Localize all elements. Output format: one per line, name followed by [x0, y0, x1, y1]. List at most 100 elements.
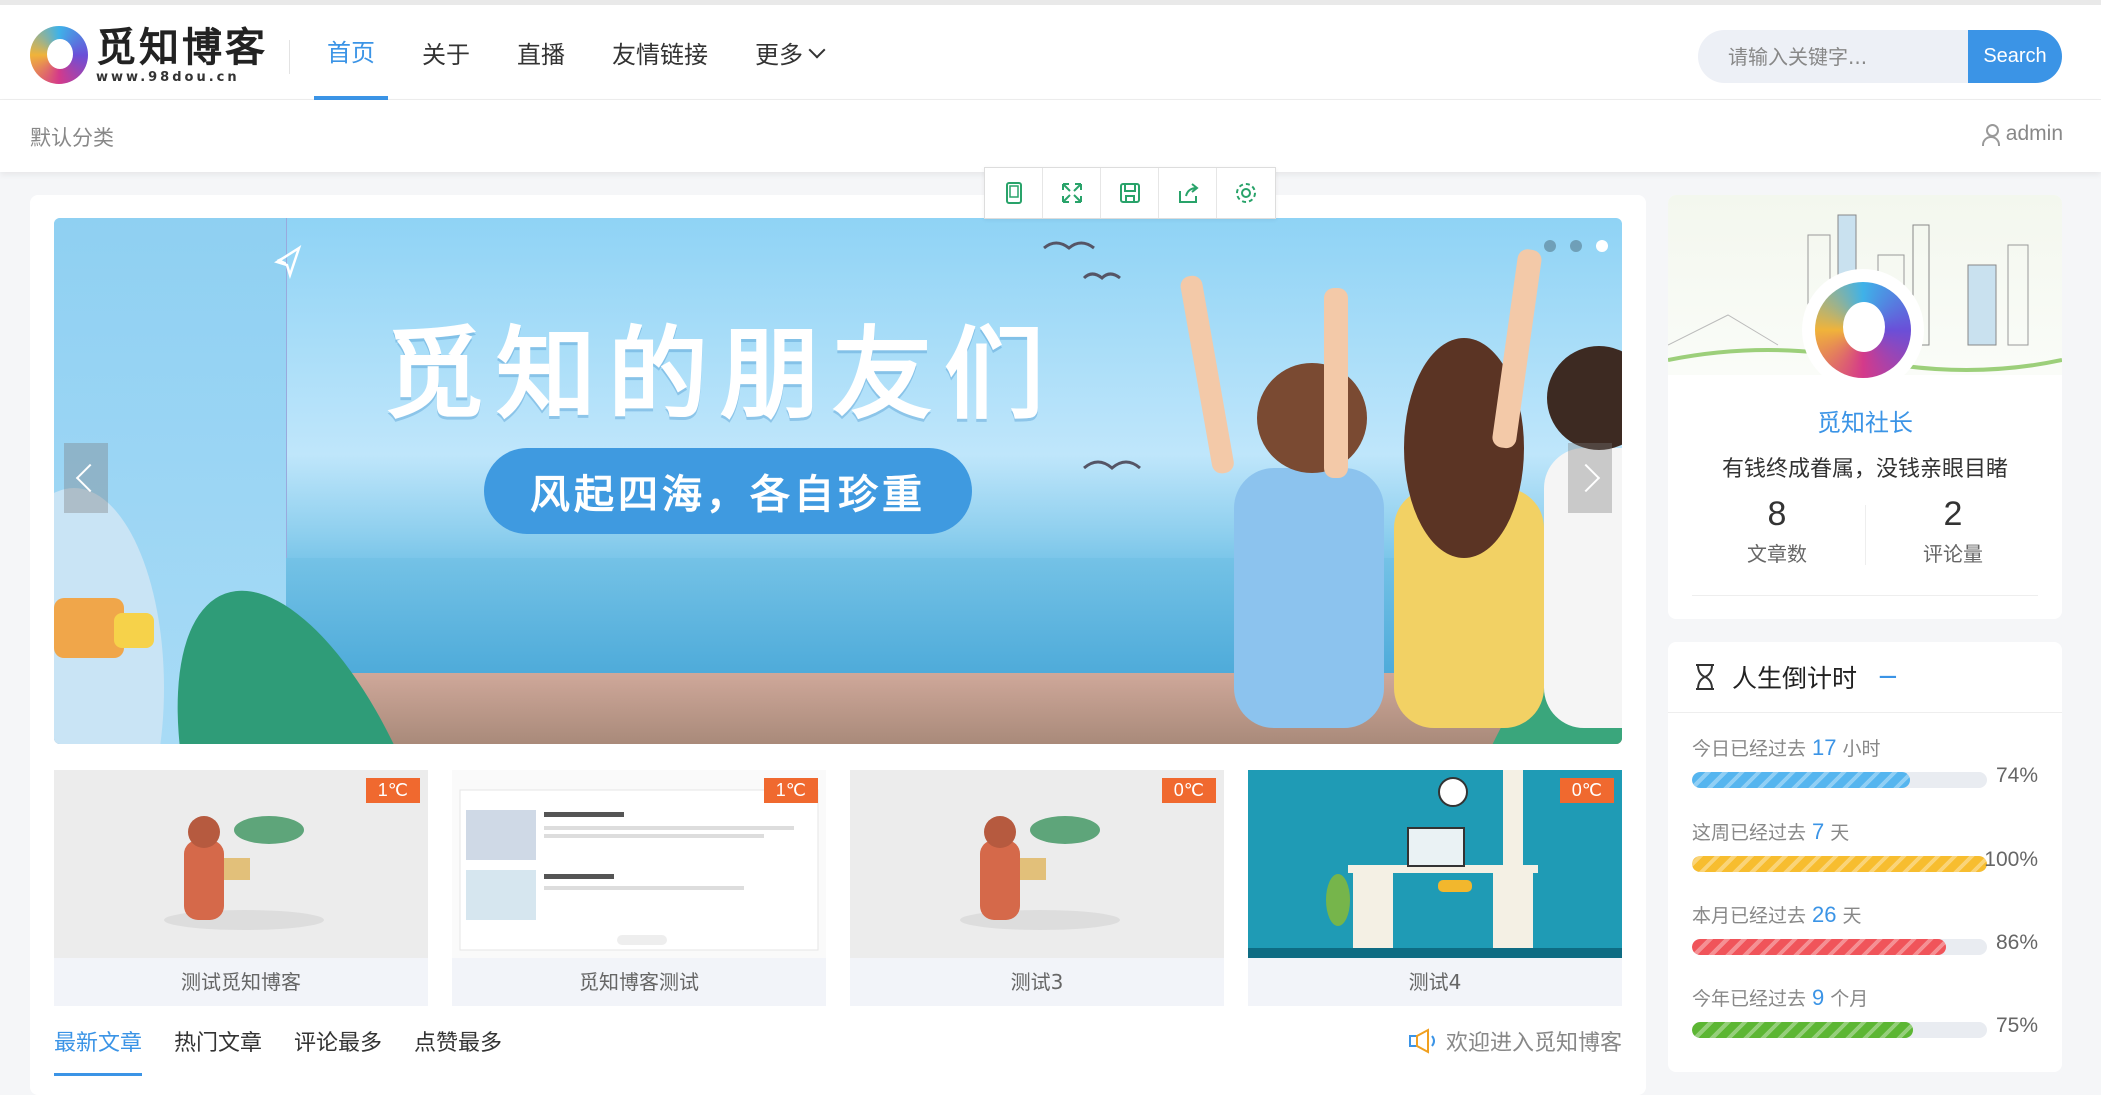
nav-label: 直播: [517, 41, 565, 69]
countdown-row-day: 今日已经过去 17 小时 74%: [1692, 734, 2038, 788]
tab-hot[interactable]: 热门文章: [174, 1025, 262, 1076]
carousel-dots: [1530, 240, 1608, 252]
featured-post[interactable]: 1℃ 测试觅知博客: [54, 770, 428, 1006]
progress-fill: [1692, 939, 1946, 955]
welcome-notice: 欢迎进入觅知博客: [1408, 1025, 1622, 1057]
gear-icon: [1235, 183, 1256, 203]
welcome-text: 欢迎进入觅知博客: [1445, 1031, 1622, 1056]
progress-percent: 75%: [1995, 1014, 2038, 1037]
carousel-dot[interactable]: [1544, 240, 1556, 252]
post-title: 测试3: [1010, 970, 1064, 994]
user-link[interactable]: admin: [1981, 122, 2063, 146]
share-icon: [1178, 183, 1199, 203]
main-nav: 首页 关于 直播 友情链接 更多: [314, 5, 857, 105]
countdown-title: 人生倒计时: [1732, 664, 1858, 693]
countdown-unit: 天: [1830, 822, 1850, 844]
tablet-icon: [1005, 182, 1022, 204]
featured-posts: 1℃ 测试觅知博客 1℃ 觅知博客测试 0℃ 测试3 0℃ 测试4: [54, 770, 1622, 1006]
divider: [289, 40, 290, 74]
post-title: 觅知博客测试: [579, 970, 699, 994]
nav-item-live[interactable]: 直播: [504, 5, 578, 100]
user-icon: [1981, 124, 2000, 146]
countdown-header: 人生倒计时 −: [1668, 642, 2062, 713]
featured-post[interactable]: 0℃ 测试3: [850, 770, 1224, 1006]
nav-item-more[interactable]: 更多: [742, 5, 836, 100]
stat-articles: 8 文章数: [1692, 495, 1862, 567]
settings-button[interactable]: [1217, 168, 1274, 218]
progress-bar: [1692, 939, 1987, 955]
stat-value: 2: [1943, 495, 1963, 533]
featured-post[interactable]: 1℃ 觅知博客测试: [452, 770, 826, 1006]
save-icon: [1119, 183, 1140, 203]
progress-bar: [1692, 772, 1987, 788]
save-button[interactable]: [1101, 168, 1159, 218]
tab-most-likes[interactable]: 点赞最多: [414, 1025, 502, 1076]
tab-most-comments[interactable]: 评论最多: [294, 1025, 382, 1076]
countdown-prefix: 本月已经过去: [1692, 905, 1807, 927]
heat-badge: 0℃: [1161, 778, 1216, 803]
share-button[interactable]: [1159, 168, 1217, 218]
countdown-value: 9: [1812, 985, 1825, 1010]
collapse-toggle[interactable]: −: [1877, 662, 1899, 692]
fullscreen-button[interactable]: [1043, 168, 1101, 218]
countdown-prefix: 今日已经过去: [1692, 738, 1807, 760]
carousel-next-button[interactable]: [1568, 443, 1612, 513]
tab-latest[interactable]: 最新文章: [54, 1025, 143, 1076]
search-box: Search: [1698, 30, 2062, 83]
nav-label: 更多: [755, 41, 803, 69]
nav-label: 关于: [422, 41, 470, 69]
countdown-unit: 小时: [1842, 738, 1881, 760]
stat-comments: 2 评论量: [1868, 495, 2038, 567]
logo-mark-icon: [30, 26, 88, 84]
fullscreen-icon: [1061, 183, 1082, 203]
progress-fill: [1692, 856, 1987, 872]
nav-item-home[interactable]: 首页: [314, 5, 388, 100]
heat-badge: 1℃: [365, 778, 420, 803]
post-tabs: 最新文章 热门文章 评论最多 点赞最多: [54, 1025, 534, 1076]
tablet-view-button[interactable]: [985, 168, 1043, 218]
nav-label: 首页: [327, 39, 375, 67]
profile-card: 觅知社长 有钱终成眷属，没钱亲眼目睹 8 文章数 2 评论量: [1668, 195, 2062, 619]
profile-motto: 有钱终成眷属，没钱亲眼目睹: [1721, 457, 2008, 482]
post-title: 测试觅知博客: [181, 970, 301, 994]
countdown-prefix: 这周已经过去: [1692, 822, 1807, 844]
heat-badge: 0℃: [1559, 778, 1614, 803]
page-toolbar: [984, 167, 1276, 219]
nav-item-links[interactable]: 友情链接: [599, 5, 721, 100]
search-input[interactable]: [1698, 30, 1968, 83]
countdown-label: 今年已经过去 9 个月: [1692, 984, 2038, 1011]
life-countdown-card: 人生倒计时 − 今日已经过去 17 小时 74% 这周已经过去 7 天 100% 本月已…: [1668, 642, 2062, 1072]
countdown-value: 17: [1812, 735, 1837, 760]
category-bar: 默认分类 admin: [0, 100, 2101, 172]
countdown-row-month: 本月已经过去 26 天 86%: [1692, 901, 2038, 955]
profile-name[interactable]: 觅知社长: [1668, 403, 2062, 438]
divider: [1865, 505, 1866, 565]
post-title: 测试4: [1408, 970, 1462, 994]
countdown-value: 26: [1812, 902, 1837, 927]
featured-post[interactable]: 0℃ 测试4: [1248, 770, 1622, 1006]
avatar[interactable]: [1806, 273, 1920, 387]
banner-carousel[interactable]: 觅知的朋友们 风起四海，各自珍重: [54, 218, 1622, 744]
chevron-right-icon: [1571, 463, 1601, 493]
carousel-dot[interactable]: [1570, 240, 1582, 252]
logo-title: 觅知博客: [96, 23, 268, 71]
progress-fill: [1692, 772, 1911, 788]
site-logo[interactable]: 觅知博客 www.98dou.cn: [30, 23, 268, 87]
progress-percent: 100%: [1984, 848, 2038, 871]
countdown-value: 7: [1812, 819, 1825, 844]
search-button[interactable]: Search: [1968, 30, 2062, 83]
progress-fill: [1692, 1022, 1914, 1038]
nav-item-about[interactable]: 关于: [409, 5, 483, 100]
divider: [1692, 595, 2038, 596]
countdown-prefix: 今年已经过去: [1692, 988, 1807, 1010]
progress-bar: [1692, 1022, 1987, 1038]
countdown-unit: 个月: [1830, 988, 1869, 1010]
category-link[interactable]: 默认分类: [30, 122, 114, 152]
carousel-prev-button[interactable]: [64, 443, 108, 513]
user-name: admin: [2005, 122, 2063, 145]
logo-text: 觅知博客 www.98dou.cn: [96, 23, 268, 85]
carousel-dot-active[interactable]: [1596, 240, 1608, 252]
top-navbar: 觅知博客 www.98dou.cn 首页 关于 直播 友情链接 更多 Searc…: [0, 0, 2101, 100]
chevron-left-icon: [75, 463, 105, 493]
heat-badge: 1℃: [763, 778, 818, 803]
